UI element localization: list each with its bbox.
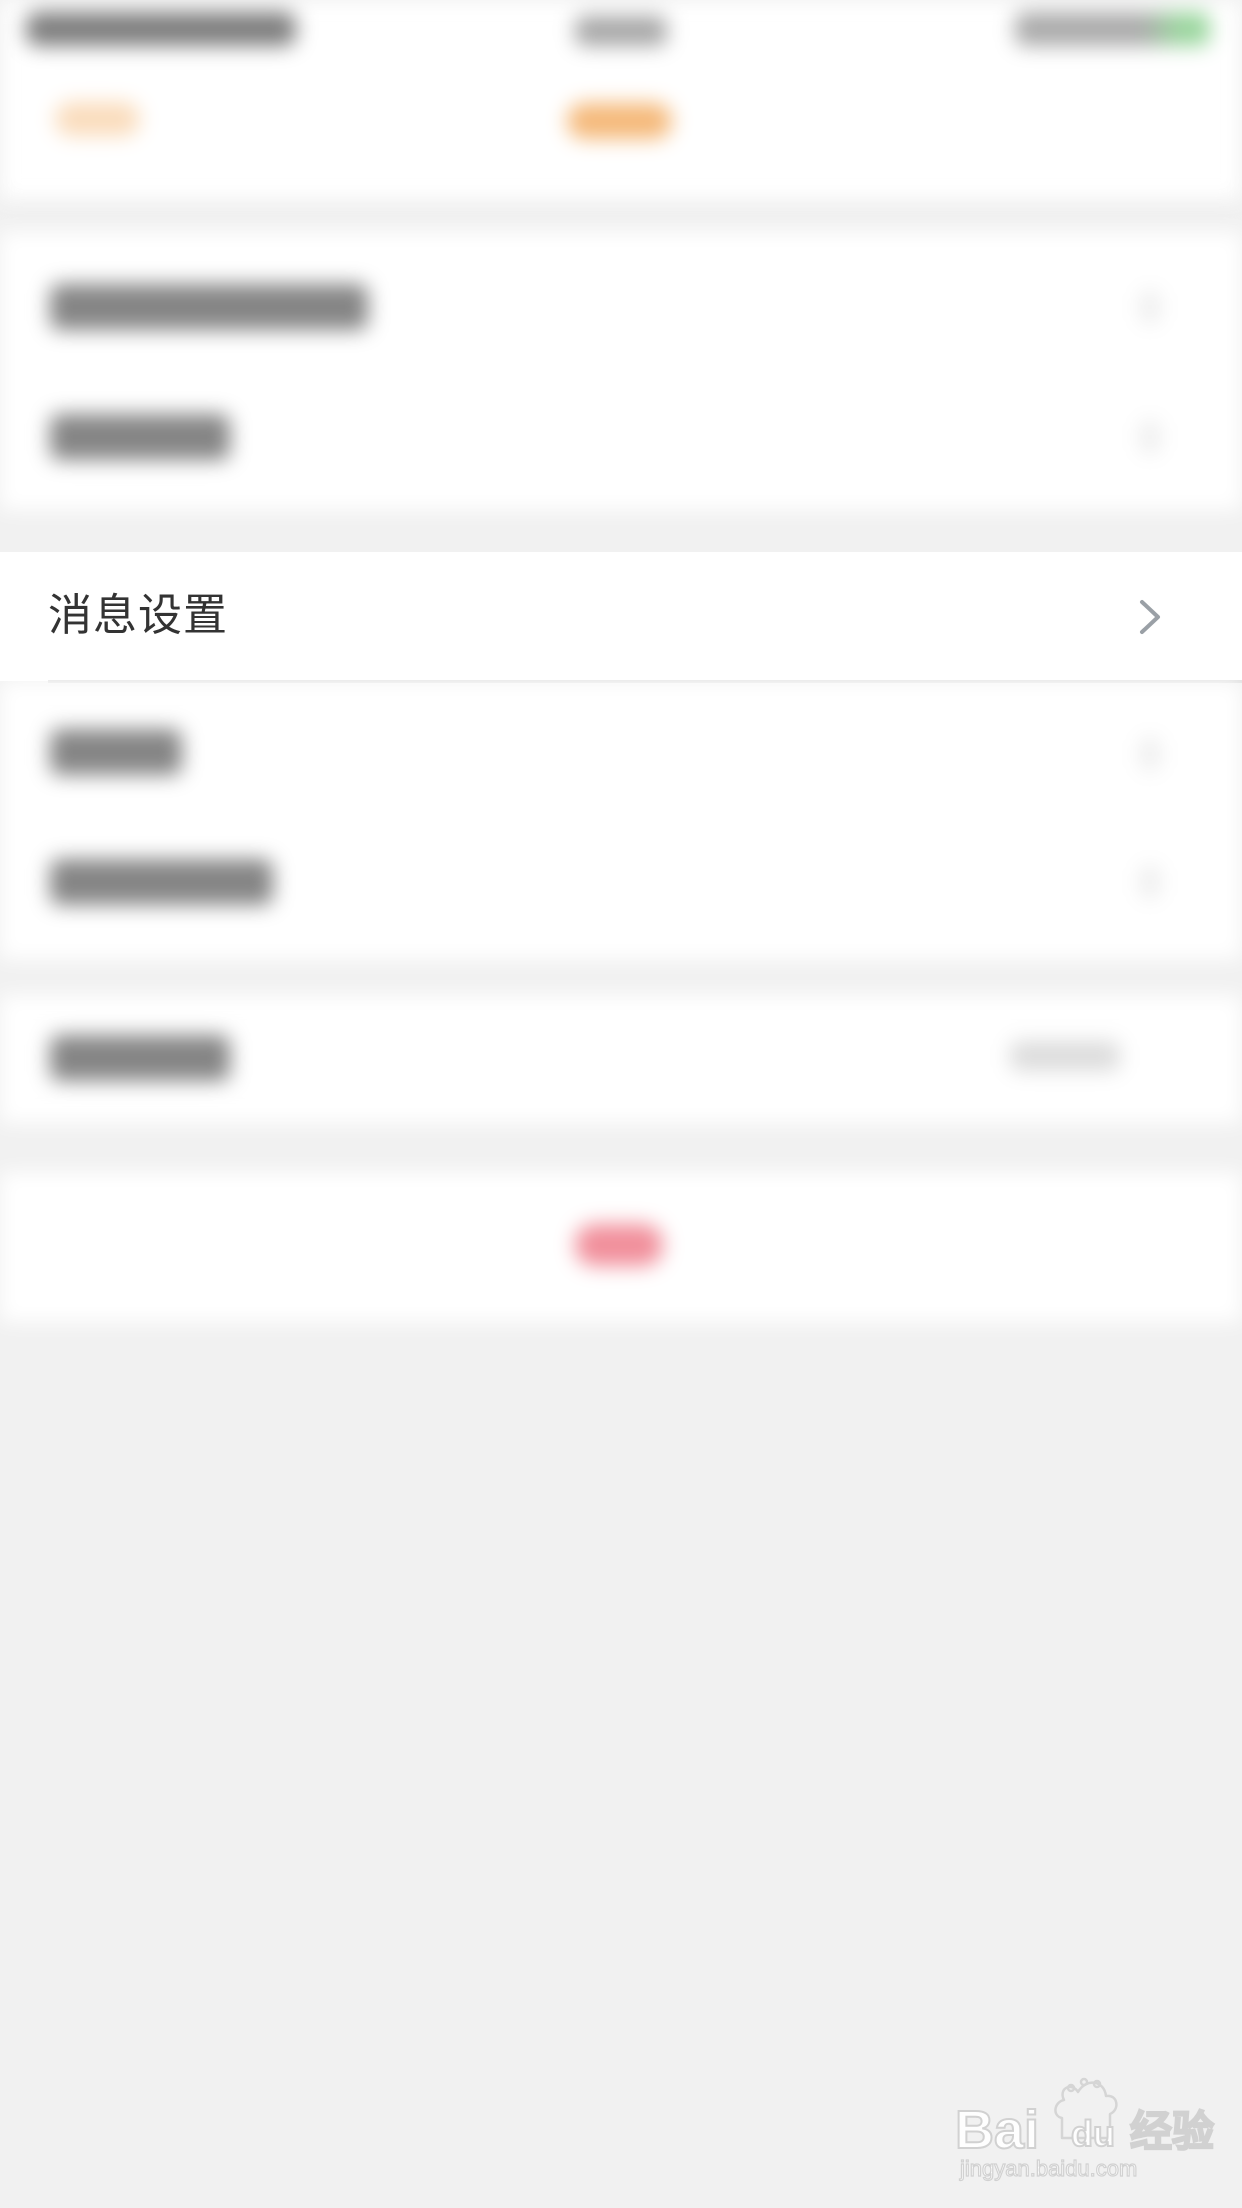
blurred-settings-group-2 xyxy=(0,681,1242,959)
blurred-row-label xyxy=(50,859,273,905)
blurred-chevron-icon xyxy=(1140,290,1160,324)
blurred-status-left xyxy=(26,12,296,46)
watermark-baidu-part-1: Bai xyxy=(955,2100,1039,2160)
blurred-accent-left xyxy=(55,102,140,136)
blurred-logout-button xyxy=(575,1224,663,1266)
blurred-row-label xyxy=(50,1035,230,1081)
blurred-settings-group-3 xyxy=(0,995,1242,1123)
watermark-jingyan: 经验 xyxy=(1130,2107,1214,2156)
blurred-chevron-icon xyxy=(1140,737,1160,771)
blurred-accent-center xyxy=(567,103,672,139)
blurred-row-label xyxy=(50,284,368,330)
chevron-right-icon xyxy=(1138,599,1162,635)
blurred-chevron-icon xyxy=(1140,865,1160,899)
blurred-chevron-icon xyxy=(1140,420,1160,454)
blurred-status-center xyxy=(575,16,667,46)
blurred-row-label xyxy=(50,414,230,460)
baidu-jingyan-watermark: Bai du 经验 jingyan.baidu.com xyxy=(950,2070,1220,2188)
blurred-action-group xyxy=(0,1172,1242,1322)
message-settings-label: 消息设置 xyxy=(48,590,228,641)
watermark-baidu-part-2: du xyxy=(1071,2113,1115,2154)
message-settings-row[interactable]: 消息设置 xyxy=(0,552,1242,681)
watermark-url: jingyan.baidu.com xyxy=(959,2156,1137,2181)
blurred-row-label xyxy=(50,729,182,775)
blurred-status-right xyxy=(1015,12,1210,46)
blurred-settings-group-1 xyxy=(0,232,1242,510)
blurred-row-value xyxy=(1010,1041,1120,1071)
blurred-header xyxy=(0,0,1242,200)
